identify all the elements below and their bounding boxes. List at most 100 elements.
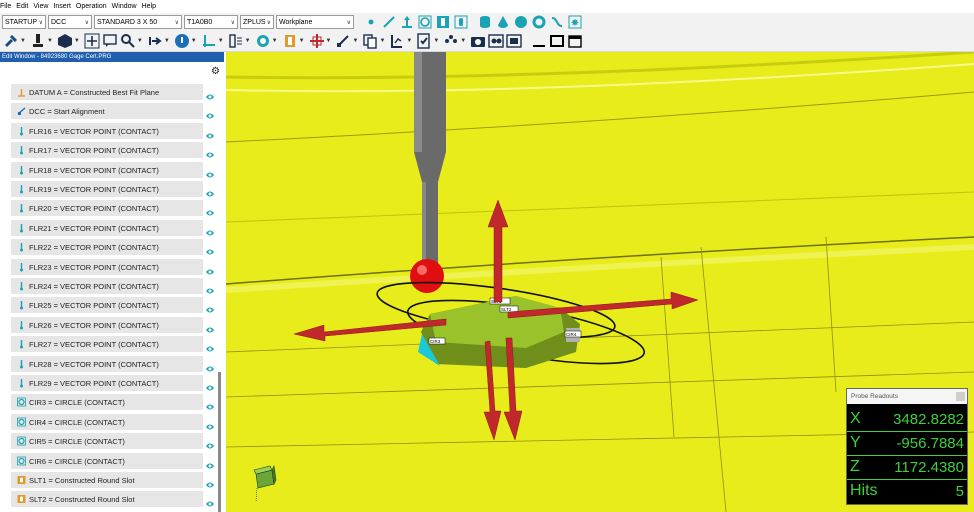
image-icon[interactable] bbox=[488, 33, 504, 49]
circle-auto-icon[interactable] bbox=[255, 33, 271, 49]
list-item[interactable]: SLT2 = Constructed Round Slot bbox=[11, 491, 203, 507]
list-item[interactable]: CIR5 = CIRCLE (CONTACT) bbox=[11, 433, 203, 449]
list-item[interactable]: FLR26 = VECTOR POINT (CONTACT) bbox=[11, 317, 203, 333]
list-item[interactable]: FLR18 = VECTOR POINT (CONTACT) bbox=[11, 162, 203, 178]
slot-icon[interactable] bbox=[454, 15, 468, 29]
dropdown-arrow-icon[interactable]: ▼ bbox=[299, 38, 305, 44]
eye-icon[interactable] bbox=[205, 476, 215, 488]
list-item[interactable]: DCC = Start Alignment bbox=[11, 103, 203, 119]
info-icon[interactable] bbox=[174, 33, 190, 49]
eye-icon[interactable] bbox=[205, 437, 215, 449]
cylinder-feature-icon[interactable] bbox=[478, 15, 492, 29]
menu-insert[interactable]: Insert bbox=[53, 3, 71, 10]
list-item[interactable]: FLR28 = VECTOR POINT (CONTACT) bbox=[11, 356, 203, 372]
maximize-icon[interactable] bbox=[549, 33, 565, 49]
scrollbar[interactable] bbox=[218, 372, 221, 512]
crosshair-icon[interactable] bbox=[309, 33, 325, 49]
list-item[interactable]: FLR29 = VECTOR POINT (CONTACT) bbox=[11, 375, 203, 391]
dimension-icon[interactable] bbox=[228, 33, 244, 49]
dropdown-arrow-icon[interactable]: ▼ bbox=[164, 38, 170, 44]
eye-icon[interactable] bbox=[205, 263, 215, 275]
restore-icon[interactable] bbox=[567, 33, 583, 49]
points-icon[interactable] bbox=[443, 33, 459, 49]
dropdown-arrow-icon[interactable]: ▼ bbox=[433, 38, 439, 44]
cone-icon[interactable] bbox=[496, 15, 510, 29]
eye-icon[interactable] bbox=[205, 495, 215, 507]
execute-icon[interactable] bbox=[147, 33, 163, 49]
probe-file-combo[interactable]: STARTUP ∨ bbox=[2, 15, 46, 29]
line-icon[interactable] bbox=[382, 15, 396, 29]
point-icon[interactable] bbox=[364, 15, 378, 29]
eye-icon[interactable] bbox=[205, 185, 215, 197]
eye-icon[interactable] bbox=[205, 301, 215, 313]
alignment-icon[interactable] bbox=[335, 33, 351, 49]
list-item[interactable]: FLR23 = VECTOR POINT (CONTACT) bbox=[11, 259, 203, 275]
workplane-combo[interactable]: Workplane ∨ bbox=[276, 15, 354, 29]
sphere-icon[interactable] bbox=[514, 15, 528, 29]
eye-icon[interactable] bbox=[205, 88, 215, 100]
curve-icon[interactable] bbox=[550, 15, 564, 29]
eye-icon[interactable] bbox=[205, 379, 215, 391]
cylinder-icon[interactable] bbox=[436, 15, 450, 29]
tip-combo[interactable]: T1A0B0 ∨ bbox=[184, 15, 238, 29]
dropdown-arrow-icon[interactable]: ▼ bbox=[326, 38, 332, 44]
dropdown-arrow-icon[interactable]: ▼ bbox=[20, 38, 26, 44]
gear-icon[interactable]: ⚙ bbox=[211, 66, 220, 77]
comment-icon[interactable] bbox=[102, 33, 118, 49]
eye-icon[interactable] bbox=[205, 340, 215, 352]
list-item[interactable]: DATUM A = Constructed Best Fit Plane bbox=[11, 84, 203, 100]
menu-edit[interactable]: Edit bbox=[16, 3, 28, 10]
cube-icon[interactable] bbox=[57, 33, 73, 49]
eye-icon[interactable] bbox=[205, 398, 215, 410]
eye-icon[interactable] bbox=[205, 204, 215, 216]
list-item[interactable]: FLR25 = VECTOR POINT (CONTACT) bbox=[11, 297, 203, 313]
dropdown-arrow-icon[interactable]: ▼ bbox=[218, 38, 224, 44]
report-view-icon[interactable] bbox=[506, 33, 522, 49]
dropdown-arrow-icon[interactable]: ▼ bbox=[245, 38, 251, 44]
plane-icon[interactable] bbox=[400, 15, 414, 29]
checklist-icon[interactable] bbox=[416, 33, 432, 49]
dropdown-arrow-icon[interactable]: ▼ bbox=[191, 38, 197, 44]
move-icon[interactable] bbox=[84, 33, 100, 49]
list-item[interactable]: CIR6 = CIRCLE (CONTACT) bbox=[11, 453, 203, 469]
eye-icon[interactable] bbox=[205, 127, 215, 139]
list-item[interactable]: FLR22 = VECTOR POINT (CONTACT) bbox=[11, 239, 203, 255]
dropdown-arrow-icon[interactable]: ▼ bbox=[379, 38, 385, 44]
dropdown-arrow-icon[interactable]: ▼ bbox=[47, 38, 53, 44]
eye-icon[interactable] bbox=[205, 243, 215, 255]
probe-icon[interactable] bbox=[30, 33, 46, 49]
eye-icon[interactable] bbox=[205, 418, 215, 430]
dropdown-arrow-icon[interactable]: ▼ bbox=[272, 38, 278, 44]
eye-icon[interactable] bbox=[205, 282, 215, 294]
list-item[interactable]: SLT1 = Constructed Round Slot bbox=[11, 472, 203, 488]
torus-icon[interactable] bbox=[532, 15, 546, 29]
list-item[interactable]: FLR21 = VECTOR POINT (CONTACT) bbox=[11, 220, 203, 236]
eye-icon[interactable] bbox=[205, 166, 215, 178]
menu-file[interactable]: File bbox=[0, 3, 11, 10]
eye-icon[interactable] bbox=[205, 224, 215, 236]
slot-auto-icon[interactable] bbox=[282, 33, 298, 49]
menu-view[interactable]: View bbox=[33, 3, 48, 10]
probe-config-combo[interactable]: STANDARD 3 X 50 ∨ bbox=[94, 15, 182, 29]
eye-icon[interactable] bbox=[205, 321, 215, 333]
list-item[interactable]: FLR24 = VECTOR POINT (CONTACT) bbox=[11, 278, 203, 294]
reporting-icon[interactable] bbox=[389, 33, 405, 49]
eye-icon[interactable] bbox=[205, 457, 215, 469]
eye-icon[interactable] bbox=[205, 107, 215, 119]
minimize-icon[interactable] bbox=[531, 33, 547, 49]
view-combo[interactable]: ZPLUS ∨ bbox=[240, 15, 274, 29]
camera-icon[interactable] bbox=[470, 33, 486, 49]
list-item[interactable]: CIR4 = CIRCLE (CONTACT) bbox=[11, 414, 203, 430]
list-item[interactable]: FLR17 = VECTOR POINT (CONTACT) bbox=[11, 142, 203, 158]
settings-tools-icon[interactable] bbox=[120, 33, 136, 49]
menu-help[interactable]: Help bbox=[142, 3, 156, 10]
menu-operation[interactable]: Operation bbox=[76, 3, 107, 10]
dropdown-arrow-icon[interactable]: ▼ bbox=[137, 38, 143, 44]
close-icon[interactable] bbox=[956, 392, 965, 401]
probe-utilities-icon[interactable] bbox=[3, 33, 19, 49]
mode-combo[interactable]: DCC ∨ bbox=[48, 15, 92, 29]
dropdown-arrow-icon[interactable]: ▼ bbox=[352, 38, 358, 44]
eye-icon[interactable] bbox=[205, 360, 215, 372]
dropdown-arrow-icon[interactable]: ▼ bbox=[406, 38, 412, 44]
transform-icon[interactable] bbox=[201, 33, 217, 49]
